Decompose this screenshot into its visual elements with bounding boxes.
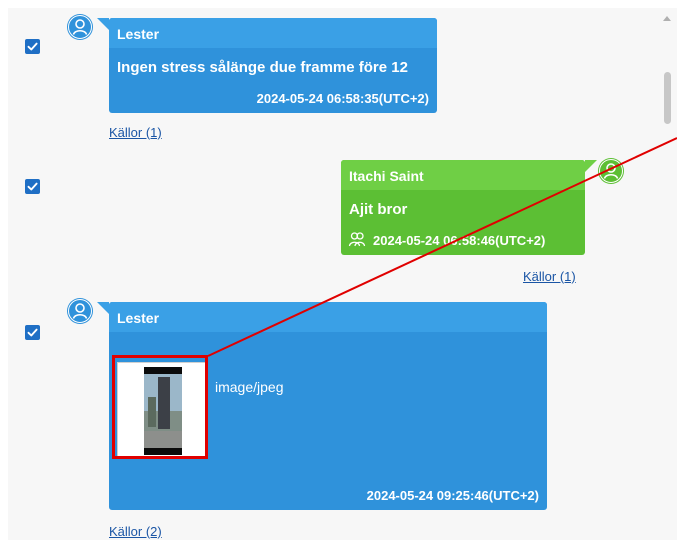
sender-name: Lester (117, 26, 160, 42)
highlight-box (112, 355, 208, 459)
sender-name: Itachi Saint (349, 168, 424, 184)
scroll-up-arrow-icon[interactable] (663, 16, 671, 21)
user-avatar-icon (67, 14, 93, 40)
sources-link[interactable]: Källor (2) (109, 524, 162, 539)
scrollbar-thumb[interactable] (664, 72, 671, 124)
user-avatar-icon (598, 158, 624, 184)
message-timestamp: 2024-05-24 06:58:46(UTC+2) (373, 233, 546, 248)
vertical-scrollbar[interactable] (658, 8, 677, 540)
message-timestamp: 2024-05-24 09:25:46(UTC+2) (366, 488, 539, 503)
checkmark-icon (27, 42, 38, 51)
message-text: Ingen stress sålänge due framme före 12 (117, 59, 408, 76)
group-icon (348, 232, 366, 247)
message-text: Ajit bror (349, 201, 408, 218)
message-1-checkbox[interactable] (25, 39, 40, 54)
message-2-checkbox[interactable] (25, 179, 40, 194)
sources-link[interactable]: Källor (1) (109, 125, 162, 140)
checkmark-icon (27, 328, 38, 337)
attachment-mime-type: image/jpeg (215, 379, 284, 395)
sender-name: Lester (117, 310, 160, 326)
message-bubble[interactable]: Lester Ingen stress sålänge due framme f… (97, 18, 437, 113)
chat-panel: Lester Ingen stress sålänge due framme f… (8, 8, 677, 540)
user-avatar-icon (67, 298, 93, 324)
message-timestamp: 2024-05-24 06:58:35(UTC+2) (256, 91, 429, 106)
message-bubble[interactable]: Itachi Saint Ajit bror 2024-05-24 06:58:… (341, 160, 597, 255)
checkmark-icon (27, 182, 38, 191)
message-3-checkbox[interactable] (25, 325, 40, 340)
sources-link[interactable]: Källor (1) (523, 269, 576, 284)
